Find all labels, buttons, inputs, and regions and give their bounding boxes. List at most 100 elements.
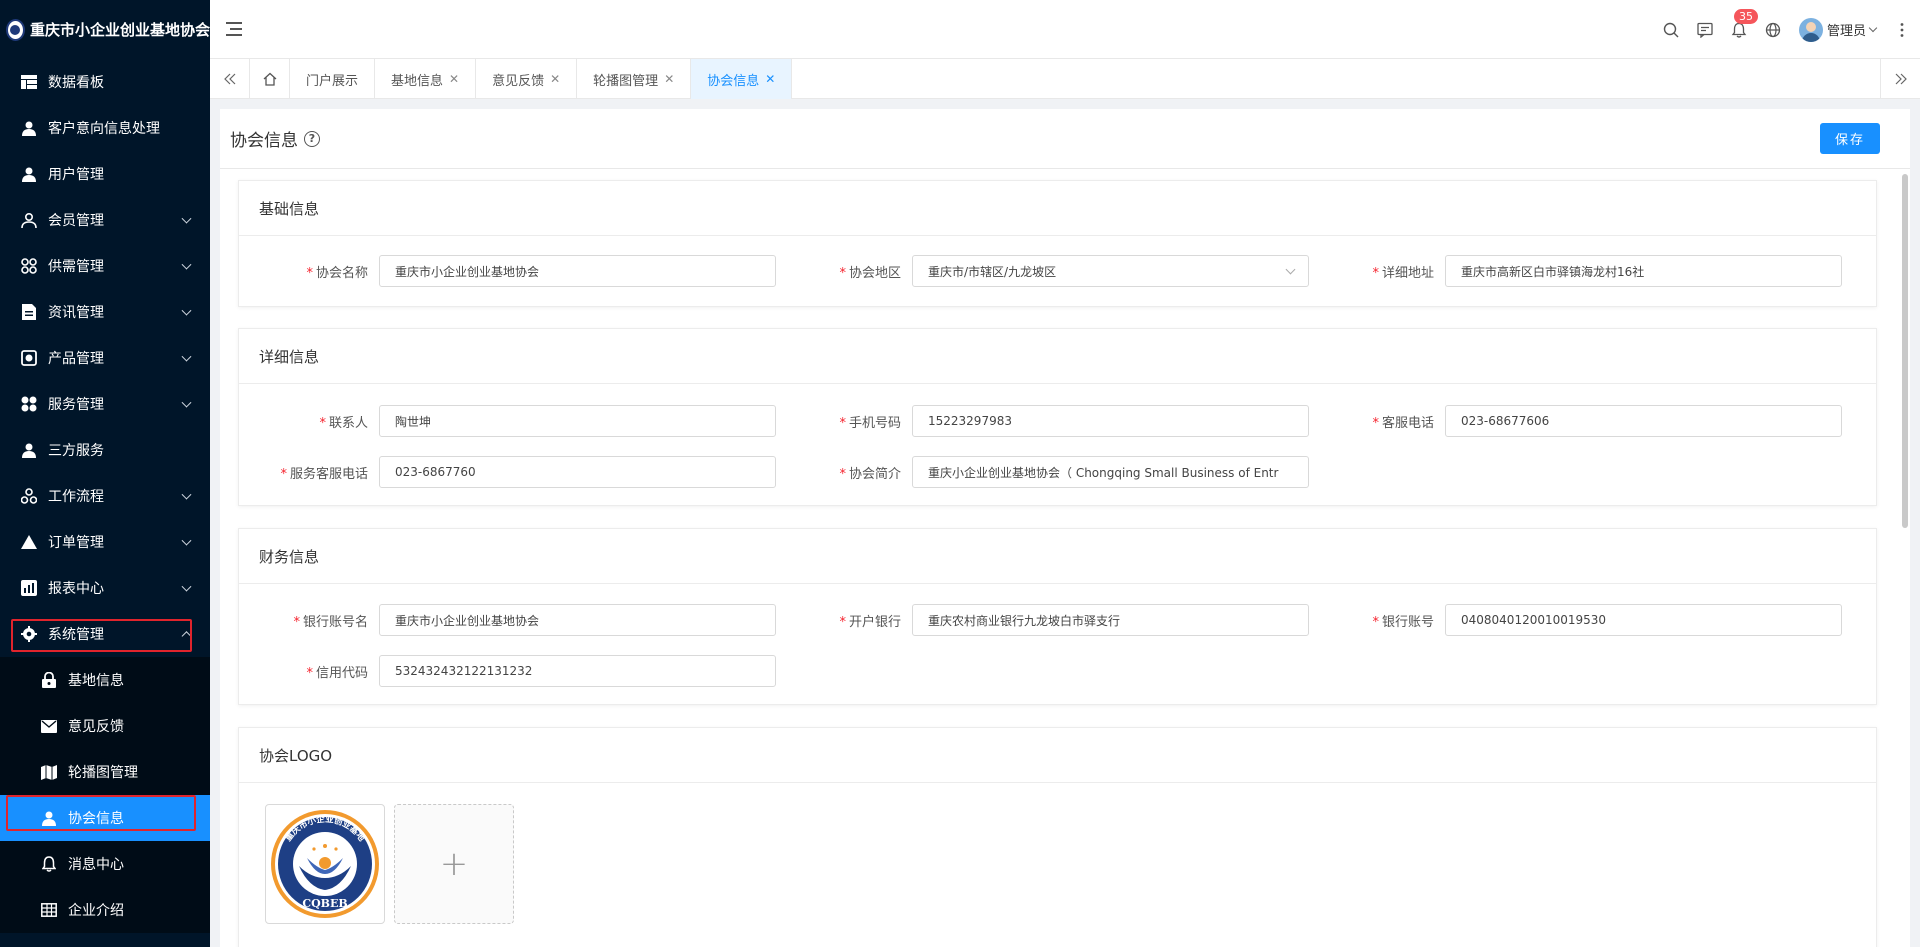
sidebar-item-products[interactable]: 产品管理 — [0, 335, 210, 381]
bank-field: * 开户银行 重庆农村商业银行九龙坡白市驿支行 — [772, 604, 1309, 636]
sidebar-item-label: 数据看板 — [48, 75, 104, 91]
sidebar-item-reports[interactable]: 报表中心 — [0, 565, 210, 611]
tab-feedback[interactable]: 意见反馈 ✕ — [476, 59, 578, 99]
close-icon[interactable]: ✕ — [449, 72, 459, 86]
header-actions: 35 管理员 — [1663, 0, 1910, 59]
association-region-select[interactable]: 重庆市/市辖区/九龙坡区 — [912, 255, 1309, 287]
account-number-input[interactable]: 0408040120010019530 — [1445, 604, 1842, 636]
sidebar-subitem-messages[interactable]: 消息中心 — [0, 841, 210, 887]
association-name-input[interactable]: 重庆市小企业创业基地协会 — [379, 255, 776, 287]
field-label: 联系人 — [328, 415, 368, 431]
chevron-down-icon — [1285, 264, 1296, 275]
association-logo-image[interactable]: CQBEB 重庆市小企业创业基地 — [265, 804, 385, 924]
chevron-down-icon — [181, 489, 192, 500]
report-icon — [20, 579, 38, 597]
sidebar-subitem-base-info[interactable]: 基地信息 — [0, 657, 210, 703]
sidebar-item-label: 工作流程 — [48, 489, 104, 505]
close-icon[interactable]: ✕ — [664, 72, 674, 86]
contact-field: * 联系人 陶世坤 — [239, 405, 776, 437]
main-content: 协会信息 ? 保存 基础信息 * 协会名称 重庆市小企业创业基地协会 * 协会地区 … — [220, 109, 1910, 947]
tab-home[interactable] — [250, 59, 290, 99]
phone-field: * 手机号码 15223297983 — [772, 405, 1309, 437]
document-icon — [20, 303, 38, 321]
sidebar-item-members[interactable]: 会员管理 — [0, 197, 210, 243]
sidebar-subitem-company-intro[interactable]: 企业介绍 — [0, 887, 210, 933]
sidebar-item-workflow[interactable]: 工作流程 — [0, 473, 210, 519]
intro-field: * 协会简介 重庆小企业创业基地协会（ Chongqing Small Busin… — [772, 456, 1309, 488]
more-vertical-icon[interactable] — [1894, 22, 1910, 38]
sidebar-subitem-feedback[interactable]: 意见反馈 — [0, 703, 210, 749]
section-title: 财务信息 — [239, 529, 1876, 584]
sidebar-logo-bar[interactable]: 重庆市小企业创业基地协会 — [0, 0, 210, 59]
page-title: 协会信息 — [230, 131, 298, 151]
search-icon[interactable] — [1663, 22, 1679, 38]
close-icon[interactable]: ✕ — [765, 72, 775, 86]
tab-association-info[interactable]: 协会信息 ✕ — [691, 59, 793, 99]
sidebar-item-label: 订单管理 — [48, 535, 104, 551]
field-label: 协会地区 — [848, 265, 901, 281]
sidebar-item-orders[interactable]: 订单管理 — [0, 519, 210, 565]
user-menu[interactable]: 管理员 — [1798, 17, 1878, 42]
sidebar-subitem-carousel[interactable]: 轮播图管理 — [0, 749, 210, 795]
tab-scroll-left-icon[interactable] — [210, 59, 250, 99]
bank-input[interactable]: 重庆农村商业银行九龙坡白市驿支行 — [912, 604, 1309, 636]
association-logo-icon — [6, 18, 25, 41]
tab-carousel[interactable]: 轮播图管理 ✕ — [577, 59, 692, 99]
collapse-menu-icon[interactable] — [226, 22, 242, 36]
help-icon[interactable]: ? — [304, 130, 320, 147]
sidebar-item-label: 产品管理 — [48, 351, 104, 367]
sidebar-item-label: 三方服务 — [48, 443, 104, 459]
sidebar-item-services[interactable]: 服务管理 — [0, 381, 210, 427]
user-icon — [20, 165, 38, 183]
tab-base-info[interactable]: 基地信息 ✕ — [375, 59, 477, 99]
field-label: 客服电话 — [1381, 415, 1434, 431]
service-icon — [20, 395, 38, 413]
save-button[interactable]: 保存 — [1820, 123, 1880, 154]
service-hotline-input[interactable]: 023-6867760 — [379, 456, 776, 488]
globe-icon[interactable] — [1765, 22, 1781, 38]
bell-icon[interactable]: 35 — [1731, 8, 1758, 38]
sidebar-item-users[interactable]: 用户管理 — [0, 151, 210, 197]
mail-icon — [40, 717, 58, 735]
scrollbar[interactable] — [1902, 174, 1908, 528]
intro-input[interactable]: 重庆小企业创业基地协会（ Chongqing Small Business of… — [912, 456, 1309, 488]
account-name-input[interactable]: 重庆市小企业创业基地协会 — [379, 604, 776, 636]
sidebar-menu: 数据看板 客户意向信息处理 用户管理 会员管理 供需管理 资讯管理 产品管理 服… — [0, 59, 210, 933]
close-icon[interactable]: ✕ — [550, 72, 560, 86]
field-label: 银行账号名 — [302, 614, 368, 630]
sidebar-item-supply-demand[interactable]: 供需管理 — [0, 243, 210, 289]
sidebar-item-customer-intent[interactable]: 客户意向信息处理 — [0, 105, 210, 151]
phone-input[interactable]: 15223297983 — [912, 405, 1309, 437]
credit-code-field: * 信用代码 532432432122131232 — [239, 655, 776, 687]
upload-logo-button[interactable]: + — [394, 804, 514, 924]
message-icon[interactable] — [1697, 22, 1713, 38]
sidebar-item-label: 协会信息 — [68, 811, 124, 827]
detailed-address-input[interactable]: 重庆市高新区白市驿镇海龙村16社 — [1445, 255, 1842, 287]
tab-portal[interactable]: 门户展示 — [290, 59, 376, 99]
user-name: 管理员 — [1826, 24, 1866, 39]
sidebar-item-third-party[interactable]: 三方服务 — [0, 427, 210, 473]
chevron-down-icon — [181, 581, 192, 592]
sidebar-item-label: 用户管理 — [48, 167, 104, 183]
product-icon — [20, 349, 38, 367]
sidebar-item-dashboard[interactable]: 数据看板 — [0, 59, 210, 105]
tab-scroll-right-icon[interactable] — [1880, 59, 1920, 99]
tab-label: 基地信息 — [391, 73, 444, 89]
section-title: 详细信息 — [239, 329, 1876, 384]
logo-card: 协会LOGO CQBEB 重庆市小企业创业基地 + — [238, 727, 1877, 947]
workflow-icon — [20, 487, 38, 505]
sidebar-item-news[interactable]: 资讯管理 — [0, 289, 210, 335]
member-icon — [20, 211, 38, 229]
sidebar-item-system[interactable]: 系统管理 — [0, 611, 210, 657]
tab-label: 意见反馈 — [492, 73, 545, 89]
contact-input[interactable]: 陶世坤 — [379, 405, 776, 437]
credit-code-input[interactable]: 532432432122131232 — [379, 655, 776, 687]
detail-info-card: 详细信息 * 联系人 陶世坤 * 手机号码 15223297983 * 客服电话 02… — [238, 328, 1877, 506]
apps-icon — [20, 257, 38, 275]
map-icon — [40, 763, 58, 781]
service-tel-input[interactable]: 023-68677606 — [1445, 405, 1842, 437]
sidebar-subitem-association-info[interactable]: 协会信息 — [0, 795, 210, 841]
sidebar-item-label: 意见反馈 — [68, 719, 124, 735]
avatar — [1798, 17, 1823, 42]
sidebar-item-label: 企业介绍 — [68, 903, 124, 919]
